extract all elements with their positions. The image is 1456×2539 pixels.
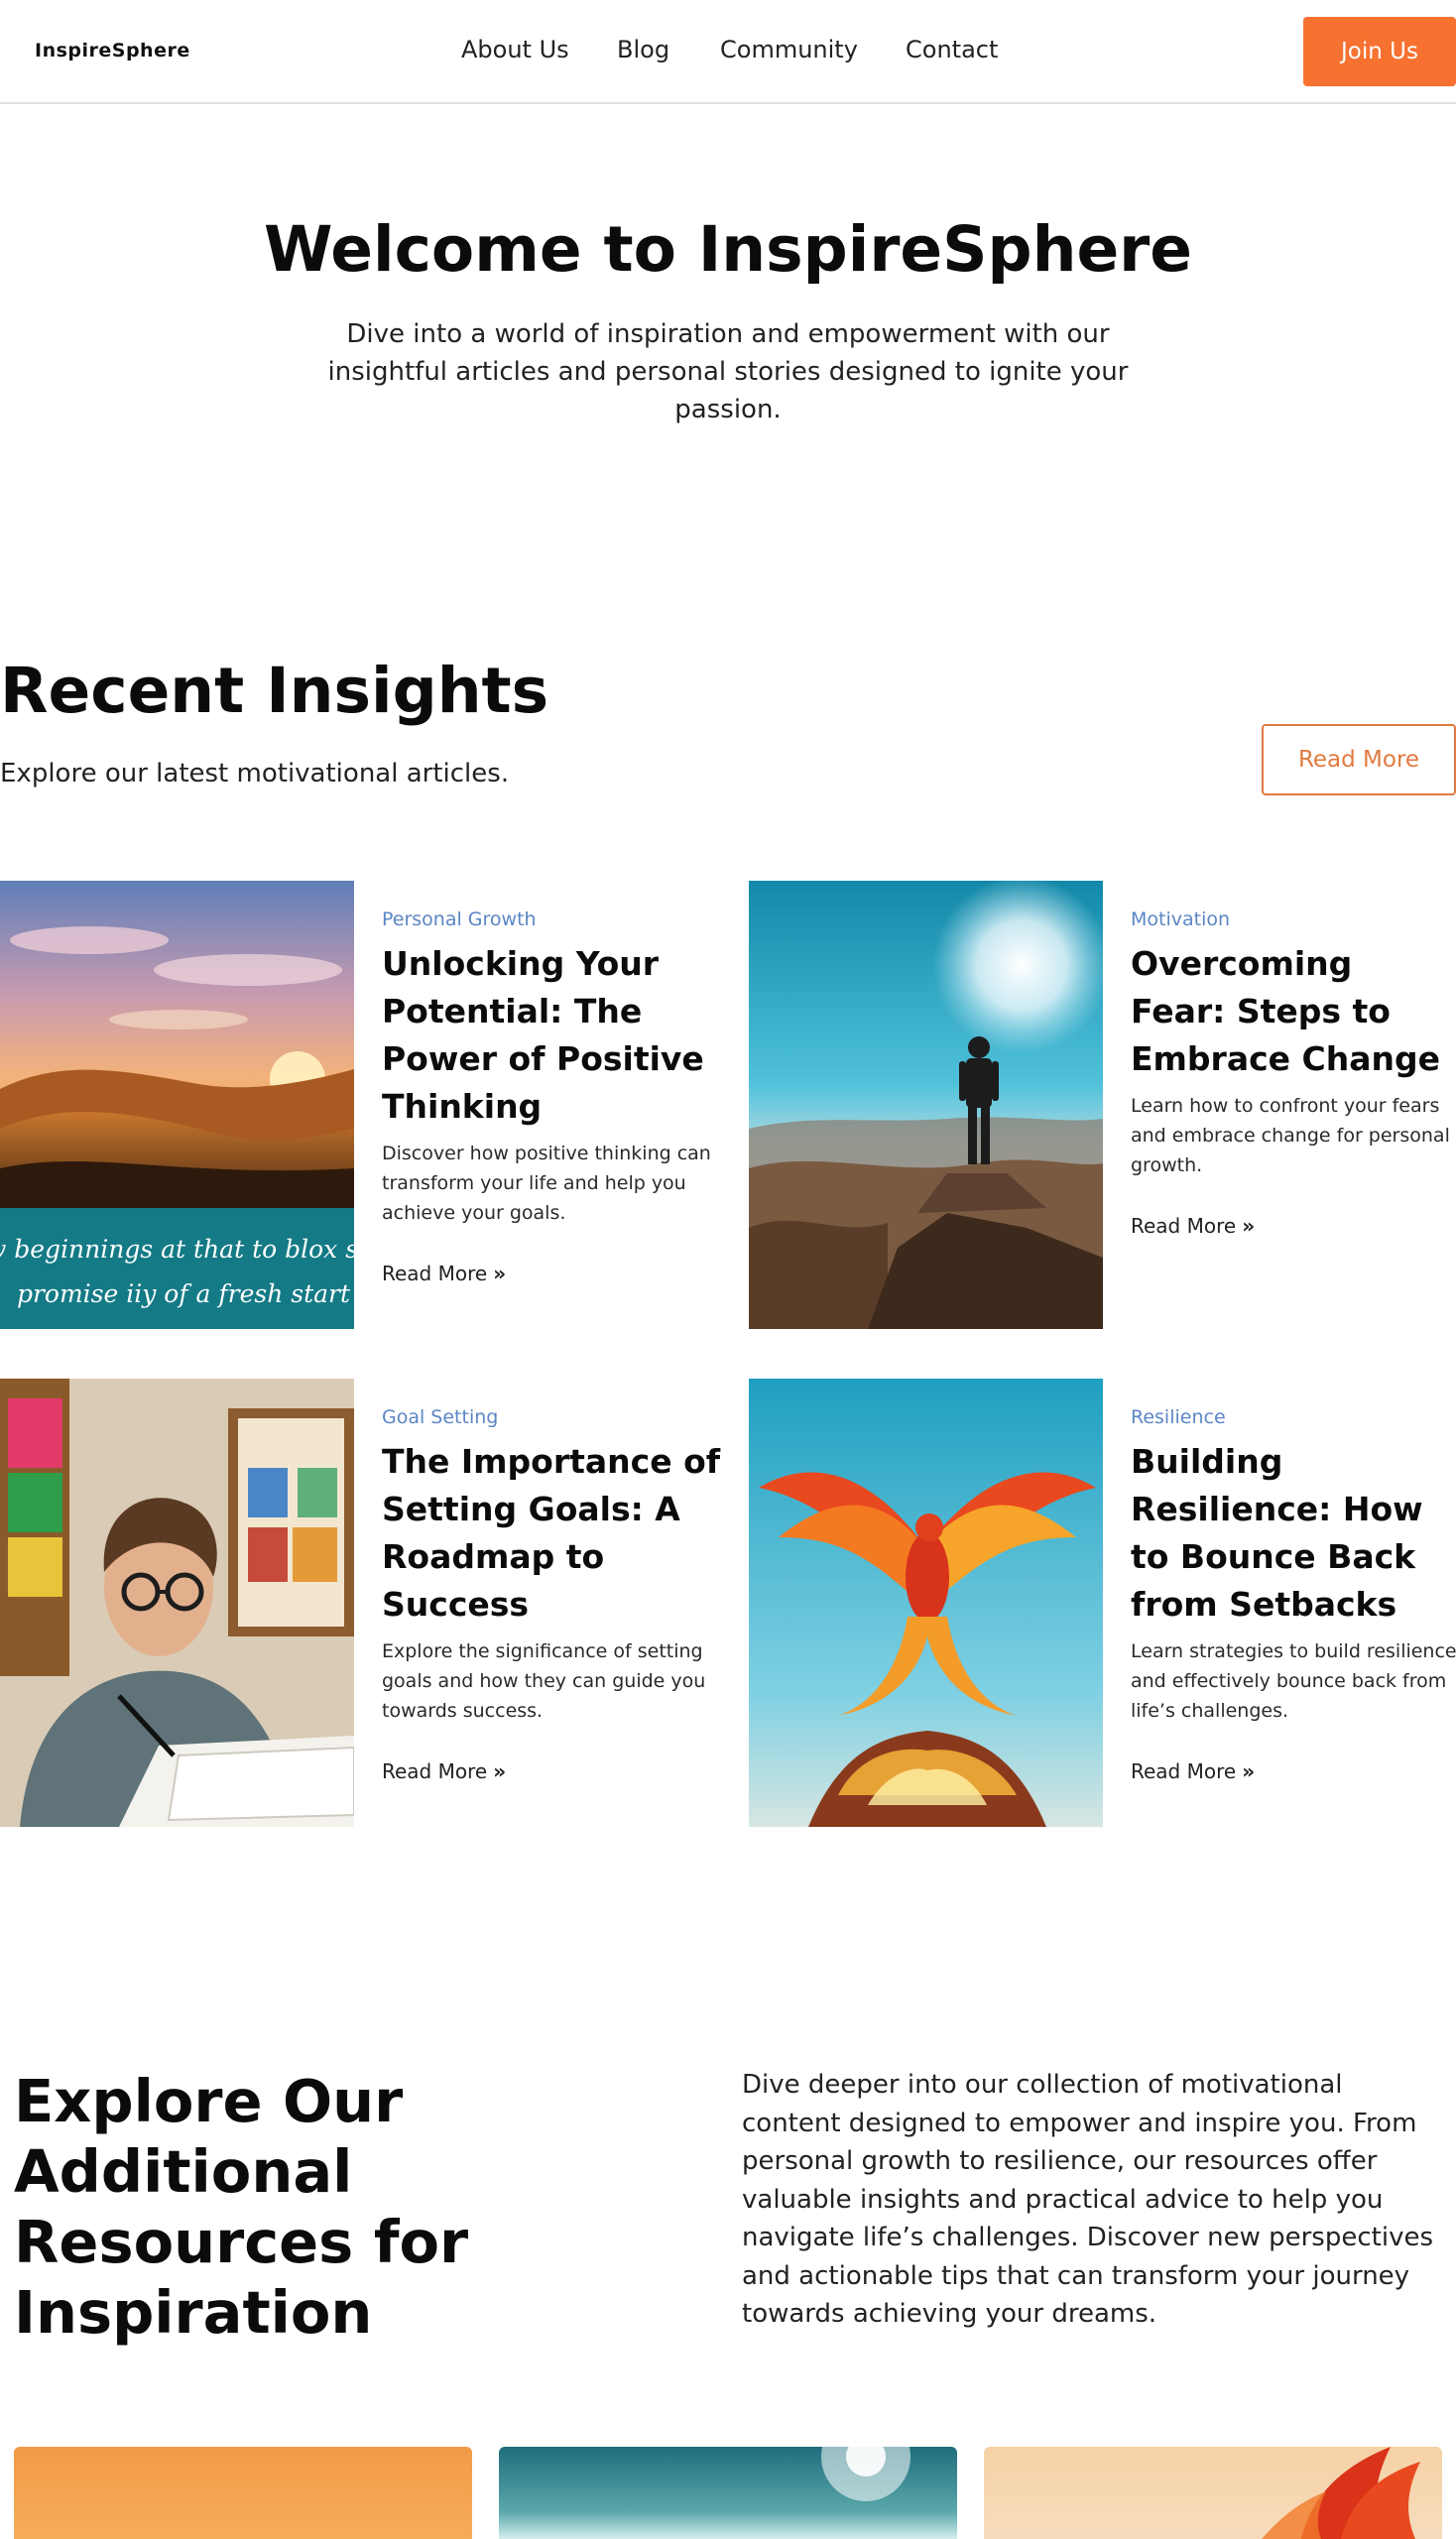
article-category[interactable]: Motivation — [1131, 908, 1230, 930]
article-title[interactable]: Unlocking Your Potential: The Power of P… — [382, 940, 729, 1131]
double-chevron-right-icon: » — [493, 1759, 507, 1783]
sunlight-rays — [821, 2447, 910, 2501]
article-description: Discover how positive thinking can trans… — [382, 1143, 711, 1224]
resource-card-image[interactable] — [14, 2447, 472, 2539]
read-more-button[interactable]: Read More — [1262, 724, 1456, 795]
article-title[interactable]: Overcoming Fear: Steps to Embrace Change — [1131, 940, 1456, 1083]
recent-insights-title: Recent Insights — [0, 655, 549, 727]
resource-card-image[interactable] — [499, 2447, 957, 2539]
article-title[interactable]: The Importance of Setting Goals: A Roadm… — [382, 1438, 729, 1629]
article-card: Goal Setting The Importance of Setting G… — [0, 1379, 728, 1827]
article-card: w beginnings at that to blox st promise … — [0, 881, 728, 1329]
article-description: Learn strategies to build resilience and… — [1131, 1640, 1456, 1722]
article-title[interactable]: Building Resilience: How to Bounce Back … — [1131, 1438, 1456, 1629]
article-read-more-link[interactable]: Read More» — [382, 1759, 506, 1783]
read-more-label: Read More — [382, 1262, 488, 1285]
article-image-man-writing[interactable] — [0, 1379, 354, 1827]
read-more-label: Read More — [1131, 1759, 1237, 1783]
site-header: InspireSphere About Us Blog Community Co… — [0, 0, 1456, 104]
article-image-sunrise-landscape[interactable]: w beginnings at that to blox st promise … — [0, 881, 354, 1329]
nav-community[interactable]: Community — [720, 36, 858, 63]
article-category[interactable]: Goal Setting — [382, 1406, 498, 1428]
hero-title: Welcome to InspireSphere — [264, 213, 1192, 286]
nav-blog[interactable]: Blog — [617, 36, 669, 63]
article-card: Motivation Overcoming Fear: Steps to Emb… — [749, 881, 1456, 1329]
main-nav: About Us Blog Community Contact — [0, 36, 1456, 67]
resources-description: Dive deeper into our collection of motiv… — [742, 2070, 1433, 2329]
double-chevron-right-icon: » — [1242, 1214, 1256, 1238]
double-chevron-right-icon: » — [493, 1262, 507, 1285]
read-more-label: Read More — [382, 1759, 488, 1783]
article-read-more-link[interactable]: Read More» — [1131, 1214, 1255, 1238]
article-read-more-link[interactable]: Read More» — [382, 1262, 506, 1285]
article-read-more-link[interactable]: Read More» — [1131, 1759, 1255, 1783]
article-description: Explore the significance of setting goal… — [382, 1640, 706, 1722]
read-more-label: Read More — [1131, 1214, 1237, 1238]
nav-about-us[interactable]: About Us — [461, 36, 569, 63]
resources-title: Explore Our Additional Resources for Ins… — [14, 2067, 469, 2347]
article-description: Learn how to confront your fears and emb… — [1131, 1095, 1450, 1176]
image-caption-line-2: promise iiy of a fresh start — [17, 1279, 351, 1308]
join-us-button[interactable]: Join Us — [1303, 17, 1456, 86]
hero-subtitle: Dive into a world of inspiration and emp… — [327, 319, 1129, 424]
nav-contact[interactable]: Contact — [906, 36, 998, 63]
article-card: Resilience Building Resilience: How to B… — [749, 1379, 1456, 1827]
phoenix-wing — [1262, 2447, 1420, 2539]
recent-insights-subtitle: Explore our latest motivational articles… — [0, 759, 510, 788]
image-caption-line-1: w beginnings at that to blox st — [0, 1235, 354, 1264]
article-category[interactable]: Personal Growth — [382, 908, 537, 930]
resource-card-image[interactable] — [984, 2447, 1442, 2539]
article-image-man-on-cliff[interactable] — [749, 881, 1103, 1329]
article-image-phoenix[interactable] — [749, 1379, 1103, 1827]
double-chevron-right-icon: » — [1242, 1759, 1256, 1783]
article-category[interactable]: Resilience — [1131, 1406, 1226, 1428]
